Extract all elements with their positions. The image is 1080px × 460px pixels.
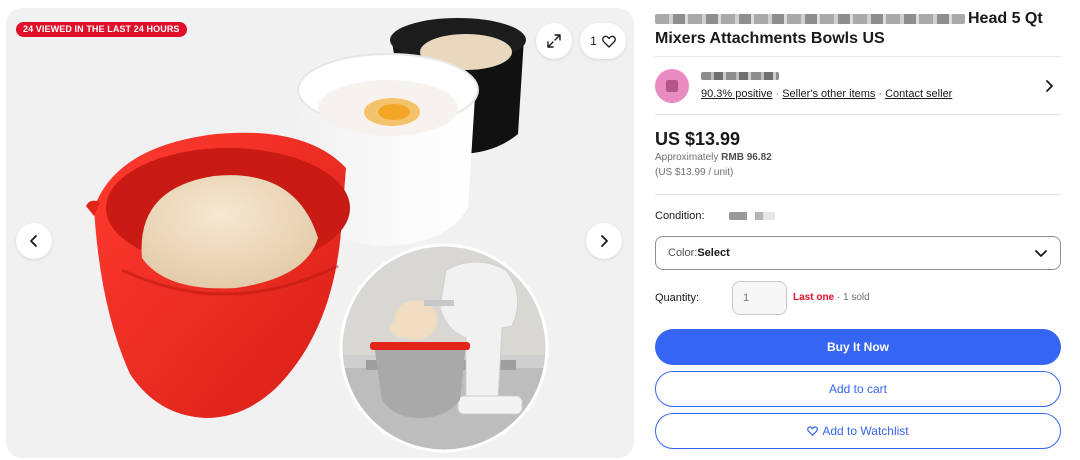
image-gallery: 24 VIEWED IN THE LAST 24 HOURS 1 bbox=[6, 8, 634, 458]
seller-name-redacted bbox=[701, 72, 779, 80]
watch-count: 1 bbox=[590, 34, 597, 48]
redacted-title-text bbox=[655, 13, 965, 24]
watch-count-button[interactable]: 1 bbox=[580, 23, 626, 59]
approx-value: RMB 96.82 bbox=[721, 152, 772, 163]
quantity-label: Quantity: bbox=[655, 292, 700, 304]
chevron-right-icon bbox=[601, 235, 608, 247]
views-badge: 24 VIEWED IN THE LAST 24 HOURS bbox=[16, 22, 187, 37]
add-to-watchlist-button[interactable]: Add to Watchlist bbox=[655, 413, 1061, 449]
previous-image-button[interactable] bbox=[16, 223, 52, 259]
title-line1-end: Head 5 Qt bbox=[968, 10, 1043, 27]
quantity-input[interactable] bbox=[732, 281, 787, 315]
condition-label: Condition: bbox=[655, 210, 705, 222]
divider bbox=[655, 194, 1061, 195]
chevron-right-icon bbox=[1046, 80, 1053, 92]
last-one-text: Last one bbox=[793, 292, 835, 303]
unit-price: (US $13.99 / unit) bbox=[655, 167, 734, 178]
seller-feedback-link[interactable]: 90.3% positive bbox=[701, 88, 773, 100]
color-select-label: Color: bbox=[668, 247, 698, 259]
divider bbox=[655, 114, 1061, 115]
heart-icon bbox=[807, 426, 819, 436]
separator-dot: · bbox=[775, 88, 780, 100]
condition-value-redacted bbox=[729, 212, 775, 220]
color-select[interactable]: Color: Select bbox=[655, 236, 1061, 270]
seller-links: 90.3% positive · Seller's other items · Cont… bbox=[701, 88, 952, 100]
listing-title: Head 5 Qt Mixers Attachments Bowls US bbox=[655, 9, 1061, 49]
divider bbox=[655, 56, 1061, 57]
seller-other-items-link[interactable]: Seller's other items bbox=[782, 88, 875, 100]
contact-seller-link[interactable]: Contact seller bbox=[885, 88, 952, 100]
add-to-cart-button[interactable]: Add to cart bbox=[655, 371, 1061, 407]
separator-dot: · bbox=[878, 88, 883, 100]
expand-icon bbox=[547, 34, 561, 48]
buy-it-now-button[interactable]: Buy It Now bbox=[655, 329, 1061, 365]
seller-avatar bbox=[655, 69, 689, 103]
color-select-value: Select bbox=[697, 247, 730, 259]
approx-prefix: Approximately bbox=[655, 152, 722, 163]
listing-panel: Head 5 Qt Mixers Attachments Bowls US 90… bbox=[655, 0, 1061, 460]
sold-count: · 1 sold bbox=[834, 292, 870, 303]
chevron-down-icon bbox=[1035, 250, 1047, 257]
product-photo[interactable] bbox=[6, 8, 634, 458]
title-line2: Mixers Attachments Bowls US bbox=[655, 30, 885, 47]
quantity-availability: Last one · 1 sold bbox=[793, 292, 870, 303]
heart-icon bbox=[601, 35, 616, 48]
seller-card[interactable]: 90.3% positive · Seller's other items · Cont… bbox=[655, 68, 1061, 104]
chevron-left-icon bbox=[30, 235, 37, 247]
price: US $13.99 bbox=[655, 129, 741, 149]
add-to-watchlist-label: Add to Watchlist bbox=[822, 424, 909, 438]
approx-price: Approximately RMB 96.82 bbox=[655, 152, 772, 163]
expand-image-button[interactable] bbox=[536, 23, 572, 59]
next-image-button[interactable] bbox=[586, 223, 622, 259]
